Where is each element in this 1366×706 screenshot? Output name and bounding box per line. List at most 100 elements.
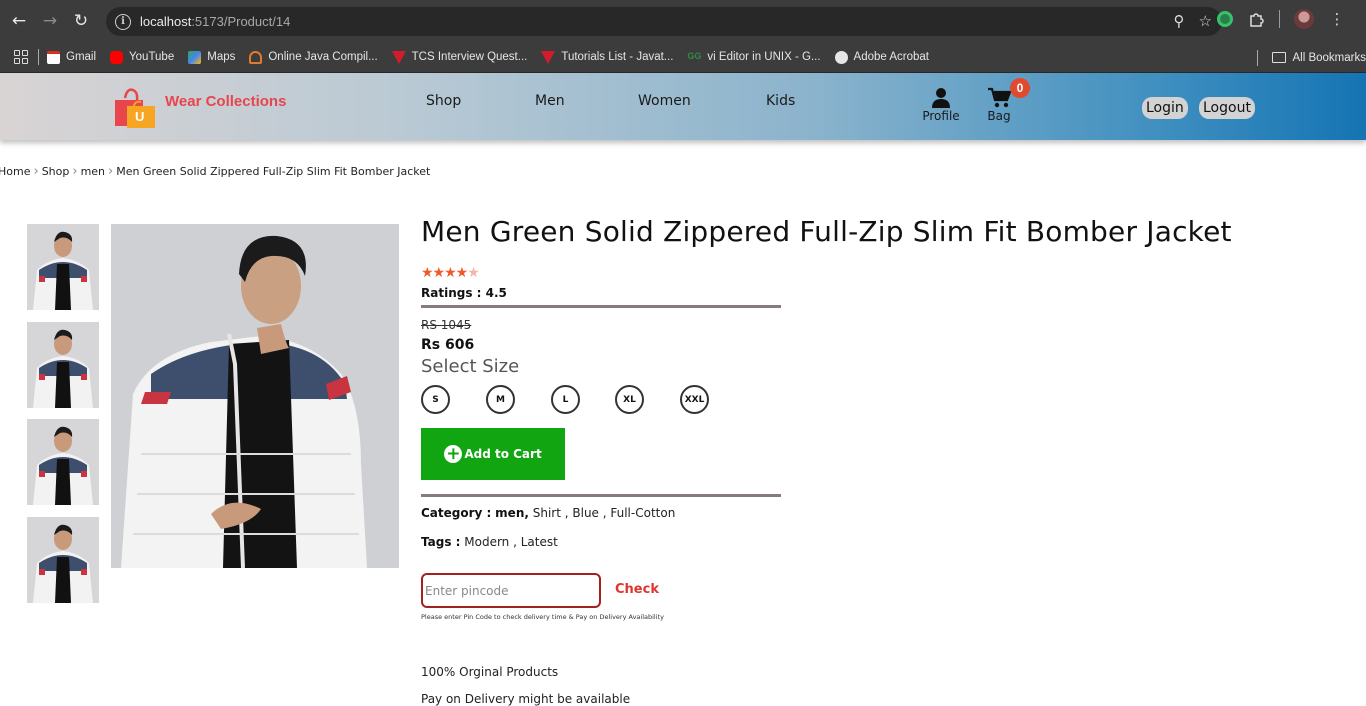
shopping-bag-logo-icon[interactable]: U [113,86,157,128]
forward-icon[interactable]: → [36,7,64,35]
brand-name[interactable]: Wear Collections [165,93,286,110]
extension-icon[interactable] [1217,11,1233,27]
sale-price: Rs 606 [421,337,474,353]
java-compiler-icon [249,51,262,64]
select-size-heading: Select Size [421,356,519,377]
size-option-m[interactable]: M [486,385,515,414]
omnibox-actions: ⚲ ☆ [1174,12,1212,30]
bookmark-vi-editor[interactable]: GG vi Editor in UNIX - G... [687,51,820,64]
size-option-s[interactable]: S [421,385,450,414]
folder-icon [1272,52,1286,63]
bookmarks-bar: Gmail YouTube Maps Online Java Compil...… [0,42,1366,73]
nav-kids[interactable]: Kids [766,93,795,109]
bag-label: Bag [984,109,1014,123]
chevron-right-icon: › [33,164,38,179]
original-price: RS 1045 [421,318,471,332]
bookmark-label: YouTube [129,51,174,63]
product-thumbnail[interactable] [27,322,99,408]
bookmark-label: TCS Interview Quest... [412,51,528,63]
apps-grid-icon[interactable] [14,50,28,64]
tags-line: Tags : Modern , Latest [421,535,558,549]
bookmark-label: Gmail [66,51,96,63]
site-info-icon[interactable]: i [115,14,131,30]
category-label: Category : [421,506,491,520]
bookmark-maps[interactable]: Maps [188,51,235,64]
product-title: Men Green Solid Zippered Full-Zip Slim F… [421,215,1232,248]
url-host: localhost [140,14,191,29]
breadcrumb: Home › Shop › men › Men Green Solid Zipp… [0,164,430,179]
add-to-cart-label: Add to Cart [464,447,541,461]
add-to-cart-button[interactable]: + Add to Cart [421,428,565,480]
star-empty-icon: ★ [467,265,479,281]
size-option-xxl[interactable]: XXL [680,385,709,414]
product-thumbnail[interactable] [27,419,99,505]
maps-icon [188,51,201,64]
tags-list: Modern , Latest [460,535,557,549]
bookmark-label: Maps [207,51,235,63]
plus-circle-icon: + [444,445,462,463]
breadcrumb-shop[interactable]: Shop [42,165,70,178]
star-full-icons: ★★★★ [421,265,467,281]
puzzle-icon[interactable] [1247,10,1265,28]
javatpoint-icon [392,51,406,64]
bookmark-label: Online Java Compil... [268,51,377,63]
menu-icon[interactable]: ⋮ [1328,10,1346,28]
bookmark-tcs[interactable]: TCS Interview Quest... [392,51,528,64]
profile-link[interactable]: Profile [922,87,960,123]
browser-toolbar: ← → ↻ i localhost:5173/Product/14 ⚲ ☆ ⋮ [0,0,1366,42]
address-bar[interactable]: i localhost:5173/Product/14 ⚲ ☆ [106,7,1222,36]
bookmark-adobe[interactable]: Adobe Acrobat [835,51,929,64]
all-bookmarks[interactable]: All Bookmarks [1257,42,1366,73]
bookmark-star-icon[interactable]: ☆ [1199,12,1212,30]
breadcrumb-current: Men Green Solid Zippered Full-Zip Slim F… [116,165,430,178]
javatpoint-icon [541,51,555,64]
logout-button[interactable]: Logout [1199,97,1255,119]
zoom-icon[interactable]: ⚲ [1174,12,1185,30]
cart-icon [987,87,1011,109]
bookmark-label: Tutorials List - Javat... [561,51,673,63]
feature-original: 100% Orginal Products [421,665,558,679]
divider [421,305,781,308]
profile-avatar[interactable] [1294,9,1314,29]
bookmark-label: Adobe Acrobat [854,51,929,63]
bookmark-label: vi Editor in UNIX - G... [707,51,820,63]
nav-men[interactable]: Men [535,93,565,109]
size-option-xl[interactable]: XL [615,385,644,414]
bookmark-tutorials[interactable]: Tutorials List - Javat... [541,51,673,64]
toolbar-separator [1279,10,1280,28]
divider [421,494,781,497]
product-thumbnail[interactable] [27,224,99,310]
all-bookmarks-label: All Bookmarks [1293,52,1366,64]
bookmark-gmail[interactable]: Gmail [47,51,96,64]
chevron-right-icon: › [72,164,77,179]
category-line: Category : men, Shirt , Blue , Full-Cott… [421,506,675,520]
ratings-label: Ratings : 4.5 [421,286,507,300]
geeksforgeeks-icon: GG [687,51,701,64]
bag-link[interactable]: Bag [984,87,1014,123]
breadcrumb-home[interactable]: Home [0,165,30,178]
product-thumbnail[interactable] [27,517,99,603]
bag-count-badge: 0 [1010,78,1030,98]
gmail-icon [47,51,60,64]
extensions-area: ⋮ [1217,9,1346,29]
check-pincode-button[interactable]: Check [615,582,659,597]
category-main[interactable]: men, [495,506,529,520]
back-icon[interactable]: ← [5,7,33,35]
size-option-l[interactable]: L [551,385,580,414]
login-button[interactable]: Login [1142,97,1188,119]
rating-stars: ★★★★★ [421,265,479,281]
logo-letter: U [135,109,144,124]
nav-shop[interactable]: Shop [426,93,461,109]
url-path: :5173/Product/14 [191,14,290,29]
bookmark-online-java[interactable]: Online Java Compil... [249,51,377,64]
breadcrumb-category[interactable]: men [81,165,105,178]
nav-women[interactable]: Women [638,93,691,109]
reload-icon[interactable]: ↻ [67,7,95,35]
bookmark-youtube[interactable]: YouTube [110,51,174,64]
globe-icon [835,51,848,64]
tags-label: Tags : [421,535,460,549]
url-text[interactable]: localhost:5173/Product/14 [140,14,290,29]
pincode-note: Please enter Pin Code to check delivery … [421,613,664,621]
pincode-input[interactable] [421,573,601,608]
feature-pay-on-delivery: Pay on Delivery might be available [421,692,630,706]
